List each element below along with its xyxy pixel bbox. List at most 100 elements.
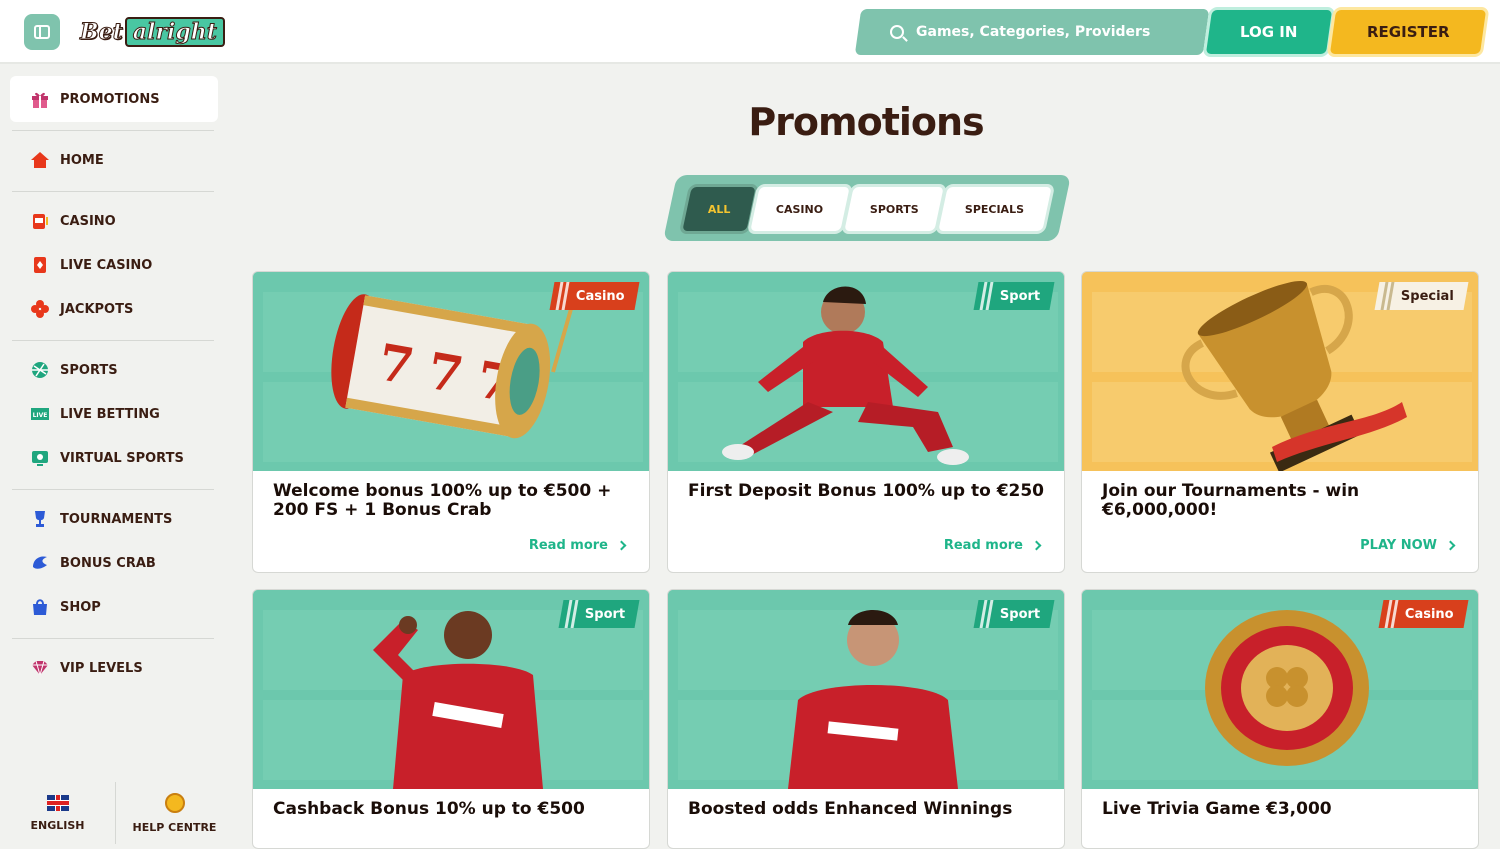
search-icon: [890, 25, 904, 39]
read-more-link[interactable]: Read more: [528, 538, 627, 553]
category-badge: Sport: [558, 600, 640, 628]
promo-title: First Deposit Bonus 100% up to €250: [688, 481, 1045, 501]
sidebar-item-live-casino[interactable]: LIVE CASINO: [30, 253, 152, 277]
category-badge: Casino: [549, 282, 640, 310]
sidebar-item-shop[interactable]: SHOP: [30, 595, 101, 619]
tab-label: CASINO: [776, 202, 824, 216]
help-label: HELP CENTRE: [132, 820, 217, 834]
category-badge: Special: [1374, 282, 1469, 310]
sidebar-item-live-betting[interactable]: LIVE LIVE BETTING: [30, 402, 160, 426]
bag-icon: [30, 597, 50, 617]
logo[interactable]: Bet alright: [80, 16, 225, 48]
badge-label: Casino: [1405, 606, 1454, 622]
tab-sports[interactable]: SPORTS: [840, 184, 948, 234]
search-bar[interactable]: Games, Categories, Providers: [854, 9, 1210, 55]
card-icon: [30, 255, 50, 275]
language-label: ENGLISH: [30, 818, 85, 832]
sidebar-divider: [12, 130, 214, 131]
gift-icon: [30, 89, 50, 109]
svg-text:LIVE: LIVE: [33, 412, 48, 419]
promo-title: Welcome bonus 100% up to €500 + 200 FS +…: [273, 481, 612, 520]
sidebar-label-home: HOME: [60, 152, 104, 168]
sidebar-item-casino[interactable]: CASINO: [30, 209, 116, 233]
badge-label: Casino: [576, 288, 625, 304]
virtual-icon: [30, 448, 50, 468]
promo-title: Live Trivia Game €3,000: [1102, 799, 1332, 819]
promo-card[interactable]: Sport First Deposit Bonus 100% up to €25…: [667, 271, 1065, 573]
sidebar-item-bonus-crab[interactable]: BONUS CRAB: [30, 551, 156, 575]
sidebar-label-casino: CASINO: [60, 213, 116, 229]
sidebar-item-jackpots[interactable]: JACKPOTS: [30, 297, 133, 321]
promo-card[interactable]: Sport Cashback Bonus 10% up to €500: [252, 589, 650, 849]
logo-text-bet: Bet: [80, 19, 124, 46]
sidebar-divider: [12, 638, 214, 639]
sidebar-label-live-casino: LIVE CASINO: [60, 257, 153, 273]
language-selector[interactable]: ENGLISH: [0, 782, 116, 844]
read-more-link[interactable]: Read more: [943, 538, 1042, 553]
badge-label: Sport: [999, 288, 1040, 304]
login-button[interactable]: LOG IN: [1202, 7, 1336, 57]
sidebar-label-jackpots: JACKPOTS: [60, 301, 134, 317]
sidebar-item-sports[interactable]: SPORTS: [30, 358, 118, 382]
sidebar-label-live-betting: LIVE BETTING: [60, 406, 160, 422]
category-badge: Casino: [1378, 600, 1469, 628]
sidebar-icon: [34, 25, 50, 39]
sidebar-divider: [12, 489, 214, 490]
sidebar-label-sports: SPORTS: [60, 362, 118, 378]
sidebar-label-virtual-sports: VIRTUAL SPORTS: [60, 450, 184, 466]
promo-title: Boosted odds Enhanced Winnings: [688, 799, 1013, 819]
read-more-label: Read more: [943, 538, 1023, 553]
search-placeholder: Games, Categories, Providers: [916, 24, 1151, 40]
home-icon: [30, 150, 50, 170]
promo-title: Cashback Bonus 10% up to €500: [273, 799, 585, 819]
promo-card[interactable]: Special Join our Tournaments - win €6,00…: [1081, 271, 1479, 573]
live-icon: LIVE: [30, 404, 50, 424]
chevron-right-icon: [616, 540, 627, 551]
clover-icon: [30, 299, 50, 319]
trophy-icon: [30, 509, 50, 529]
sidebar-label-vip-levels: VIP LEVELS: [60, 660, 143, 676]
help-icon: [164, 792, 185, 813]
sidebar-divider: [12, 340, 214, 341]
play-now-link[interactable]: PLAY NOW: [1360, 538, 1456, 553]
sidebar-item-virtual-sports[interactable]: VIRTUAL SPORTS: [30, 446, 184, 470]
sidebar-toggle-button[interactable]: [24, 14, 60, 50]
register-label: REGISTER: [1366, 23, 1450, 41]
page-title: Promotions: [748, 100, 984, 144]
category-badge: Sport: [973, 600, 1055, 628]
category-badge: Sport: [973, 282, 1055, 310]
sidebar-label-promotions: PROMOTIONS: [60, 91, 160, 107]
promo-card[interactable]: Sport Boosted odds Enhanced Winnings: [667, 589, 1065, 849]
tab-casino[interactable]: CASINO: [746, 184, 854, 234]
badge-label: Sport: [584, 606, 625, 622]
tab-label: ALL: [707, 202, 731, 216]
diamond-icon: [30, 658, 50, 678]
promo-title: Join our Tournaments - win €6,000,000!: [1102, 481, 1360, 520]
sidebar: PROMOTIONS HOME CASINO LIVE CASINO JACKP…: [0, 66, 232, 844]
promo-card[interactable]: Casino Live Trivia Game €3,000: [1081, 589, 1479, 849]
badge-label: Special: [1401, 288, 1454, 304]
sidebar-label-bonus-crab: BONUS CRAB: [60, 555, 156, 571]
chevron-right-icon: [1445, 540, 1456, 551]
crab-icon: [30, 553, 50, 573]
ball-icon: [30, 360, 50, 380]
register-button[interactable]: REGISTER: [1326, 7, 1490, 57]
sidebar-item-vip-levels[interactable]: VIP LEVELS: [30, 656, 143, 680]
sidebar-item-home[interactable]: HOME: [30, 148, 104, 172]
top-bar: Bet alright Games, Categories, Providers…: [0, 0, 1500, 64]
tab-label: SPECIALS: [965, 202, 1025, 216]
uk-flag-icon: [46, 794, 69, 811]
read-more-label: Read more: [528, 538, 608, 553]
logo-text-alright: alright: [124, 17, 225, 47]
tab-label: SPORTS: [869, 202, 919, 216]
tab-specials[interactable]: SPECIALS: [934, 184, 1056, 234]
sidebar-item-tournaments[interactable]: TOURNAMENTS: [30, 507, 172, 531]
chevron-right-icon: [1031, 540, 1042, 551]
login-label: LOG IN: [1240, 23, 1298, 41]
sidebar-divider: [12, 191, 214, 192]
badge-label: Sport: [999, 606, 1040, 622]
promo-card[interactable]: 7 7 7 Casino Welcome bonus 100% up to €5…: [252, 271, 650, 573]
play-now-label: PLAY NOW: [1360, 538, 1437, 553]
sidebar-item-promotions[interactable]: PROMOTIONS: [30, 87, 160, 111]
help-centre-link[interactable]: HELP CENTRE: [117, 782, 232, 844]
